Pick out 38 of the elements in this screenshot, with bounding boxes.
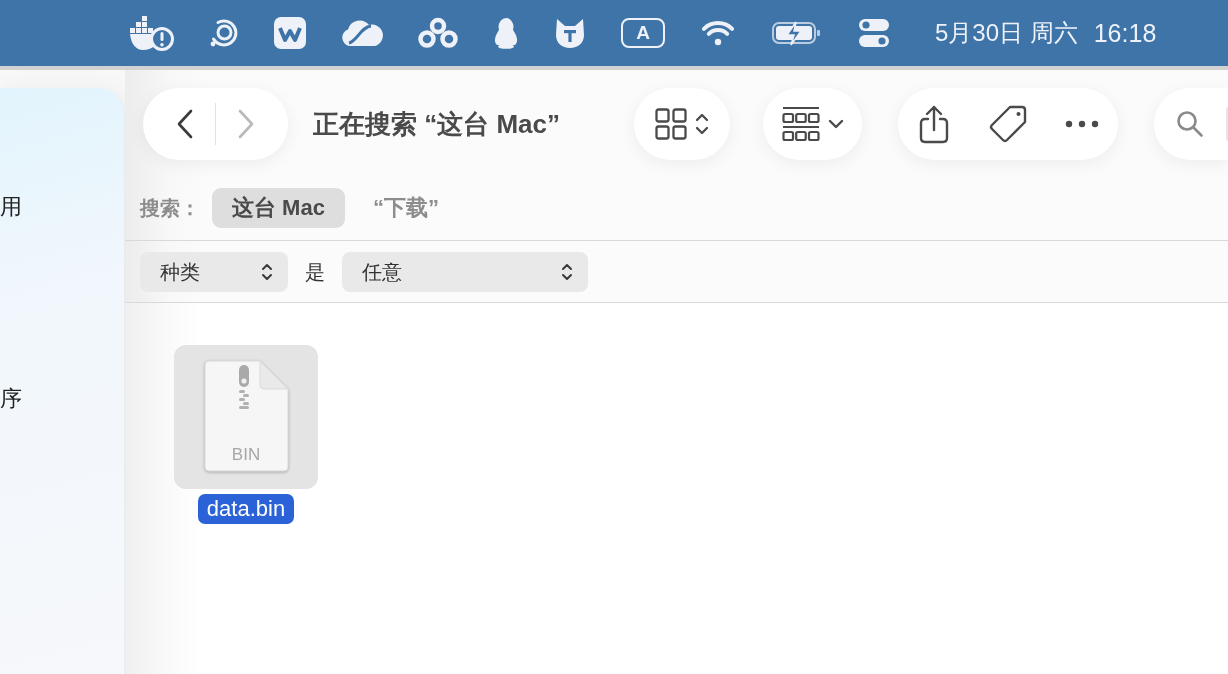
input-source-button[interactable]: A <box>621 18 665 48</box>
scope-label: 搜索： <box>140 195 200 221</box>
attribute-popup[interactable]: 种类 <box>140 252 288 292</box>
file-name[interactable]: data.bin <box>197 494 295 524</box>
cat-head-icon[interactable] <box>554 17 586 49</box>
operator-label: 是 <box>305 259 325 285</box>
up-down-chevron-icon <box>695 111 709 137</box>
menubar-date[interactable]: 5月30日 周六 <box>935 17 1078 49</box>
whale-alert-icon[interactable] <box>130 15 174 51</box>
zipper-document-icon <box>203 360 289 472</box>
battery-charging-icon[interactable] <box>771 19 823 47</box>
toggle-switches-icon[interactable] <box>858 18 890 48</box>
w-tile-icon[interactable] <box>274 17 306 49</box>
cloud-icon[interactable] <box>341 19 383 47</box>
file-thumbnail[interactable] <box>174 345 318 489</box>
value-popup[interactable]: 任意 <box>342 252 588 292</box>
file-type-label: BIN <box>231 445 261 465</box>
grouped-grid-icon <box>781 106 820 142</box>
chevron-down-icon <box>827 119 844 129</box>
wifi-icon[interactable] <box>700 19 736 47</box>
up-down-chevron-icon <box>561 262 573 282</box>
chevron-left-icon <box>176 109 194 139</box>
tag-icon <box>988 104 1028 144</box>
search-icon <box>1176 110 1204 138</box>
menubar-time[interactable]: 16:18 <box>1093 18 1157 48</box>
share-icon <box>918 104 950 144</box>
three-rings-icon[interactable] <box>418 17 458 49</box>
scope-option[interactable]: 这台 Mac <box>212 188 345 228</box>
more-dots-icon <box>1065 120 1099 128</box>
search-button[interactable] <box>1176 110 1204 138</box>
grid-icon <box>655 108 687 140</box>
window-title: 正在搜索 “这台 Mac” <box>313 107 562 141</box>
sidebar-item[interactable]: 序 <box>0 385 22 413</box>
penguin-icon[interactable] <box>493 17 519 49</box>
ring-icon[interactable] <box>209 18 239 48</box>
up-down-chevron-icon <box>261 262 273 282</box>
sidebar-item[interactable]: 用 <box>0 193 22 221</box>
chevron-right-icon <box>237 109 255 139</box>
